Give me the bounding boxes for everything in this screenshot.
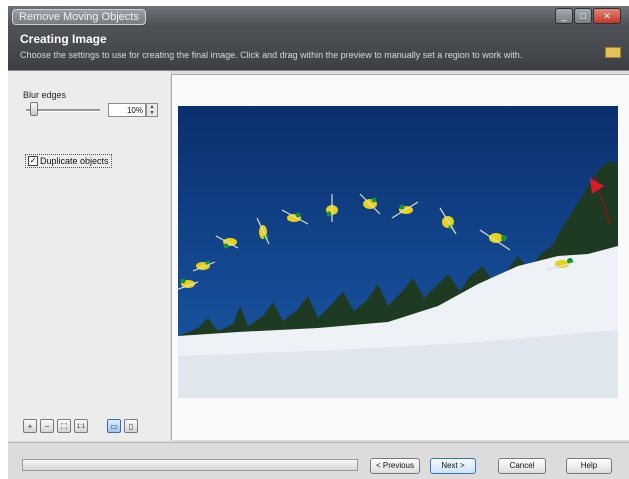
title-bar[interactable]: Remove Moving Objects _ □ ✕ <box>8 6 629 28</box>
progress-bar <box>22 459 358 471</box>
step-title: Creating Image <box>20 32 107 46</box>
step-subtitle: Choose the settings to use for creating … <box>20 50 523 60</box>
fit-icon[interactable]: ⛶ <box>57 419 71 433</box>
preview-toolbar: + − ⛶ 1:1 ▭ ▯ <box>23 419 141 433</box>
dialog-window: Remove Moving Objects _ □ ✕ Creating Ima… <box>8 6 629 479</box>
previous-button[interactable]: < Previous <box>370 458 420 474</box>
duplicate-objects-label: Duplicate objects <box>40 156 109 166</box>
duplicate-objects-checkbox[interactable]: ✓ <box>28 156 38 166</box>
blur-edges-input[interactable]: 10% <box>108 103 146 117</box>
zoom-in-icon[interactable]: + <box>23 419 37 433</box>
minimize-icon[interactable]: _ <box>555 8 573 24</box>
ski-jump-photo <box>178 106 618 398</box>
step-header: Creating Image Choose the settings to us… <box>8 28 629 71</box>
slider-thumb[interactable] <box>30 102 39 116</box>
folder-icon <box>605 47 621 58</box>
close-icon[interactable]: ✕ <box>593 8 621 24</box>
duplicate-objects-option[interactable]: ✓ Duplicate objects <box>25 154 112 168</box>
help-button[interactable]: Help <box>566 458 612 474</box>
preview-area[interactable] <box>171 74 629 440</box>
single-view-icon[interactable]: ▭ <box>107 419 121 433</box>
actual-size-icon[interactable]: 1:1 <box>74 419 88 433</box>
window-title: Remove Moving Objects <box>12 9 146 25</box>
next-button[interactable]: Next > <box>430 458 476 474</box>
wizard-footer: < Previous Next > Cancel Help <box>8 442 629 479</box>
zoom-out-icon[interactable]: − <box>40 419 54 433</box>
split-view-icon[interactable]: ▯ <box>124 419 138 433</box>
window-controls: _ □ ✕ <box>555 8 621 24</box>
cancel-button[interactable]: Cancel <box>498 458 546 474</box>
blur-edges-stepper[interactable]: ▲ ▼ <box>146 103 158 117</box>
maximize-icon[interactable]: □ <box>574 8 592 24</box>
settings-panel: Blur edges 10% ▲ ▼ ✓ Duplicate objects +… <box>8 71 170 441</box>
blur-edges-label: Blur edges <box>23 90 67 100</box>
stepper-down-icon[interactable]: ▼ <box>147 110 157 116</box>
preview-image[interactable] <box>178 106 618 398</box>
